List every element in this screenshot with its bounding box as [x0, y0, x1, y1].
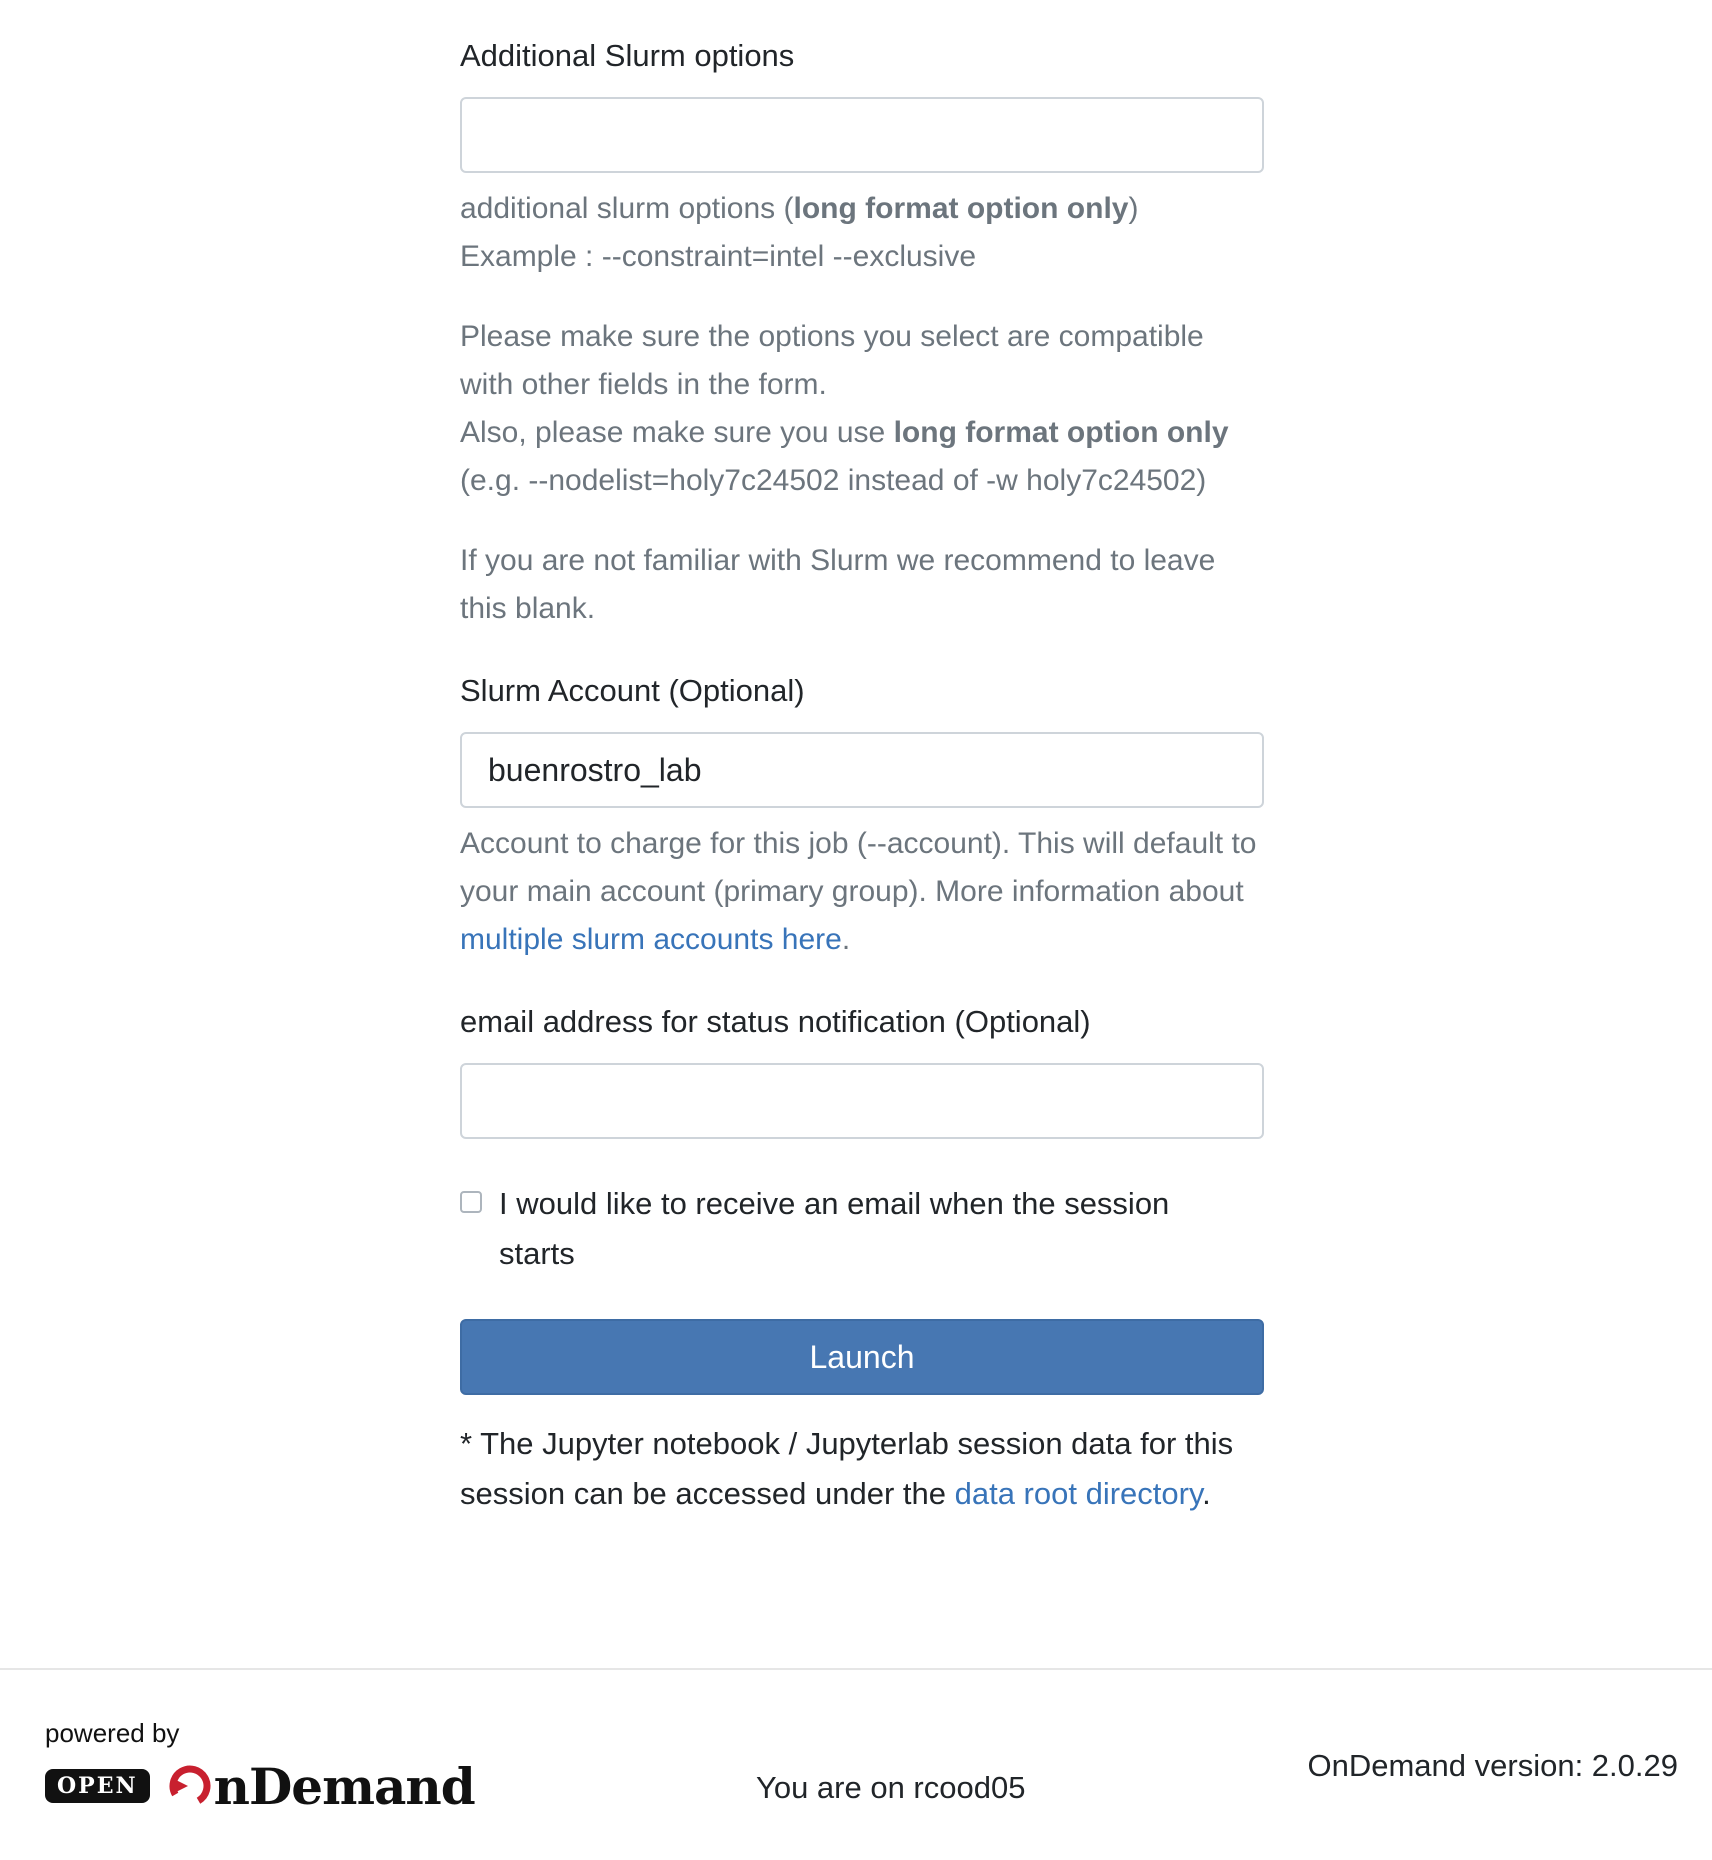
email-notify-row[interactable]: I would like to receive an email when th…: [460, 1179, 1264, 1279]
slurm-options-help: additional slurm options (long format op…: [460, 185, 1264, 633]
help-format-prefix: additional slurm options (: [460, 192, 794, 225]
slurm-options-help-familiar: If you are not familiar with Slurm we re…: [460, 544, 1216, 625]
session-form: Additional Slurm options additional slur…: [460, 30, 1264, 1519]
version-info: OnDemand version: 2.0.29: [1307, 1748, 1679, 1783]
host-info: You are on rcood05: [756, 1770, 1026, 1805]
ondemand-logo[interactable]: OPEN nDemand: [45, 1756, 476, 1816]
email-label: email address for status notification (O…: [460, 1004, 1091, 1039]
powered-by-text: powered by: [45, 1718, 180, 1748]
slurm-options-input[interactable]: [460, 97, 1264, 173]
logo-wordmark: nDemand: [213, 1756, 476, 1816]
slurm-account-label: Slurm Account (Optional): [460, 673, 805, 708]
slurm-options-group: Additional Slurm options additional slur…: [460, 30, 1264, 633]
slurm-options-help-compat: Please make sure the options you select …: [460, 320, 1204, 401]
help-format-suffix: ): [1128, 192, 1139, 225]
session-data-note: * The Jupyter notebook / Jupyterlab sess…: [460, 1419, 1264, 1519]
email-group: email address for status notification (O…: [460, 996, 1264, 1139]
slurm-options-help-format: additional slurm options (long format op…: [460, 185, 1264, 233]
email-notify-checkbox[interactable]: [460, 1191, 482, 1213]
help-format-bold: long format option only: [793, 192, 1129, 225]
help-also-bold: long format option only: [893, 416, 1229, 449]
logo-open-badge: OPEN: [45, 1769, 150, 1803]
slurm-account-help-text: Account to charge for this job (--accoun…: [460, 820, 1264, 964]
slurm-options-help-also: Also, please make sure you use long form…: [460, 409, 1264, 505]
email-notify-label[interactable]: I would like to receive an email when th…: [499, 1179, 1239, 1279]
launch-button[interactable]: Launch: [460, 1319, 1264, 1395]
email-input[interactable]: [460, 1063, 1264, 1139]
ondemand-o-icon: [169, 1765, 211, 1807]
slurm-account-input[interactable]: [460, 732, 1264, 808]
data-root-directory-link[interactable]: data root directory: [955, 1476, 1203, 1511]
account-help-suffix: .: [841, 923, 851, 956]
help-also-suffix: (e.g. --nodelist=holy7c24502 instead of …: [460, 464, 1207, 497]
slurm-options-label: Additional Slurm options: [460, 38, 795, 73]
slurm-accounts-link[interactable]: multiple slurm accounts here: [460, 923, 842, 956]
slurm-account-group: Slurm Account (Optional) Account to char…: [460, 665, 1264, 964]
footer-divider: [0, 1668, 1712, 1670]
help-also-prefix: Also, please make sure you use: [460, 416, 894, 449]
slurm-options-help-example: Example : --constraint=intel --exclusive: [460, 240, 977, 273]
note-suffix: .: [1202, 1476, 1211, 1511]
slurm-account-help: Account to charge for this job (--accoun…: [460, 820, 1264, 964]
account-help-prefix: Account to charge for this job (--accoun…: [460, 827, 1257, 908]
